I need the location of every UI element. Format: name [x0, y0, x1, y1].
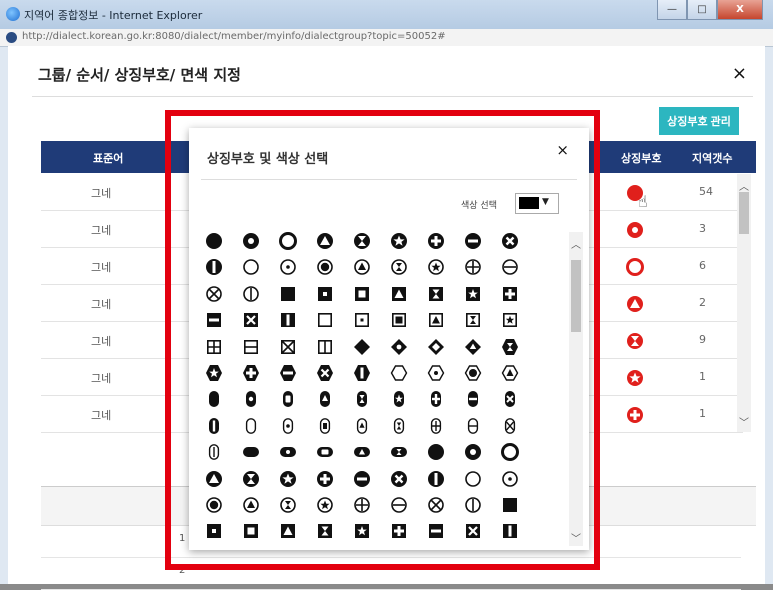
symbol-ring-icon[interactable]: [626, 258, 644, 276]
region-count: 6: [699, 259, 706, 272]
symbol-triangle-icon[interactable]: [626, 295, 643, 312]
maximize-button[interactable]: □: [687, 0, 717, 20]
divider: [32, 96, 753, 97]
col-standard: 표준어: [93, 152, 124, 165]
region-count: 3: [699, 222, 706, 235]
symbol-star-icon[interactable]: [626, 369, 643, 386]
standard-word: 그네: [91, 224, 112, 237]
symbol-manage-button[interactable]: 상징부호 관리: [659, 107, 739, 135]
scroll-thumb[interactable]: [739, 192, 749, 234]
page-close-button[interactable]: ×: [732, 63, 747, 84]
region-count: 9: [699, 333, 706, 346]
minimize-button[interactable]: —: [657, 0, 687, 20]
url-text[interactable]: http://dialect.korean.go.kr:8080/dialect…: [22, 31, 446, 42]
standard-word: 그네: [91, 335, 112, 348]
window-title: 지역어 종합정보 - Internet Explorer: [24, 9, 203, 22]
page-title: 그룹/ 순서/ 상징부호/ 면색 지정: [38, 66, 241, 84]
title-bar: 지역어 종합정보 - Internet Explorer — □ X: [0, 0, 773, 29]
table-scrollbar[interactable]: ︿ ﹀: [737, 174, 751, 432]
browser-window: 지역어 종합정보 - Internet Explorer — □ X http:…: [0, 0, 773, 590]
highlight-frame: [165, 110, 600, 570]
symbol-dot-icon[interactable]: [626, 221, 643, 238]
standard-word: 그네: [91, 261, 112, 274]
col-symbol: 상징부호: [621, 152, 662, 165]
scroll-up-icon[interactable]: ︿: [739, 178, 749, 193]
region-count: 2: [699, 296, 706, 309]
region-count: 1: [699, 407, 706, 420]
symbol-hourglass-icon[interactable]: [626, 332, 643, 349]
standard-word: 그네: [91, 298, 112, 311]
col-count: 지역갯수: [692, 152, 733, 165]
region-count: 54: [699, 185, 713, 198]
standard-word: 그네: [91, 409, 112, 422]
site-favicon-icon: [6, 32, 17, 43]
hand-cursor-icon: ☝: [638, 192, 648, 211]
ie-icon: [6, 7, 20, 21]
region-count: 1: [699, 370, 706, 383]
standard-word: 그네: [91, 187, 112, 200]
address-bar[interactable]: http://dialect.korean.go.kr:8080/dialect…: [0, 29, 773, 47]
scroll-down-icon[interactable]: ﹀: [739, 414, 749, 429]
standard-word: 그네: [91, 372, 112, 385]
close-window-button[interactable]: X: [717, 0, 763, 20]
symbol-plus-icon[interactable]: [626, 406, 643, 423]
